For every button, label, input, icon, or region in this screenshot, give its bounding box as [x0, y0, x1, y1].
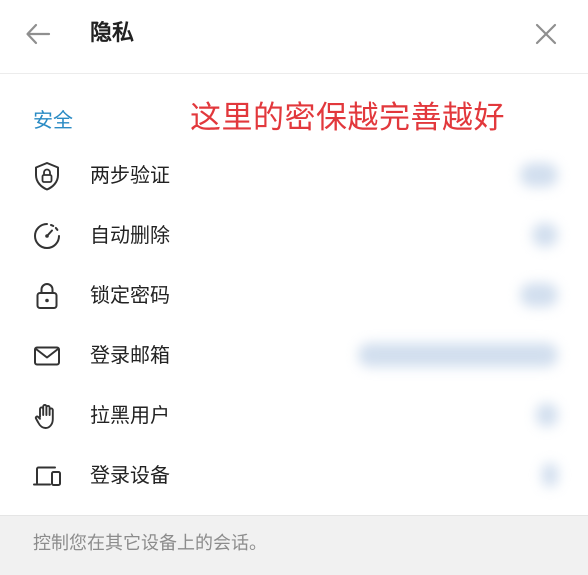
list-item-login-devices[interactable]: 登录设备	[0, 445, 588, 505]
blurred-value	[520, 283, 558, 307]
annotation-text: 这里的密保越完善越好	[190, 100, 505, 136]
timer-icon	[30, 219, 64, 253]
list-item-label: 拉黑用户	[90, 403, 170, 427]
footer-hint: 控制您在其它设备上的会话。	[33, 533, 267, 554]
close-icon	[535, 23, 557, 45]
arrow-left-icon	[26, 23, 51, 45]
list-item-label: 登录邮箱	[90, 343, 170, 367]
list-item-login-email[interactable]: 登录邮箱	[0, 325, 588, 385]
close-button[interactable]	[528, 16, 564, 52]
page-title: 隐私	[90, 21, 135, 46]
list-item-label: 登录设备	[90, 463, 170, 487]
list-item-lock-password[interactable]: 锁定密码	[0, 265, 588, 325]
blurred-value	[520, 163, 558, 187]
footer: 控制您在其它设备上的会话。	[0, 515, 588, 575]
privacy-panel: 隐私 安全 这里的密保越完善越好 两步验证 自动删除 锁定密码 登录邮箱 拉黑用…	[0, 0, 588, 575]
lock-icon	[30, 279, 64, 313]
list-item-blocked-users[interactable]: 拉黑用户	[0, 385, 588, 445]
section-title-security: 安全	[33, 108, 73, 132]
back-button[interactable]	[18, 16, 58, 52]
list-item-label: 两步验证	[90, 163, 170, 187]
security-list: 两步验证 自动删除 锁定密码 登录邮箱 拉黑用户 登录设备	[0, 145, 588, 505]
blurred-value	[358, 343, 558, 367]
list-item-auto-delete[interactable]: 自动删除	[0, 205, 588, 265]
list-item-label: 自动删除	[90, 223, 170, 247]
list-item-two-step-verification[interactable]: 两步验证	[0, 145, 588, 205]
devices-icon	[30, 459, 64, 493]
list-item-label: 锁定密码	[90, 283, 170, 307]
header: 隐私	[0, 0, 588, 74]
shield-lock-icon	[30, 159, 64, 193]
blurred-value	[536, 403, 558, 427]
blurred-value	[532, 223, 558, 247]
mail-icon	[30, 339, 64, 373]
blurred-value	[542, 463, 558, 487]
hand-icon	[30, 399, 64, 433]
